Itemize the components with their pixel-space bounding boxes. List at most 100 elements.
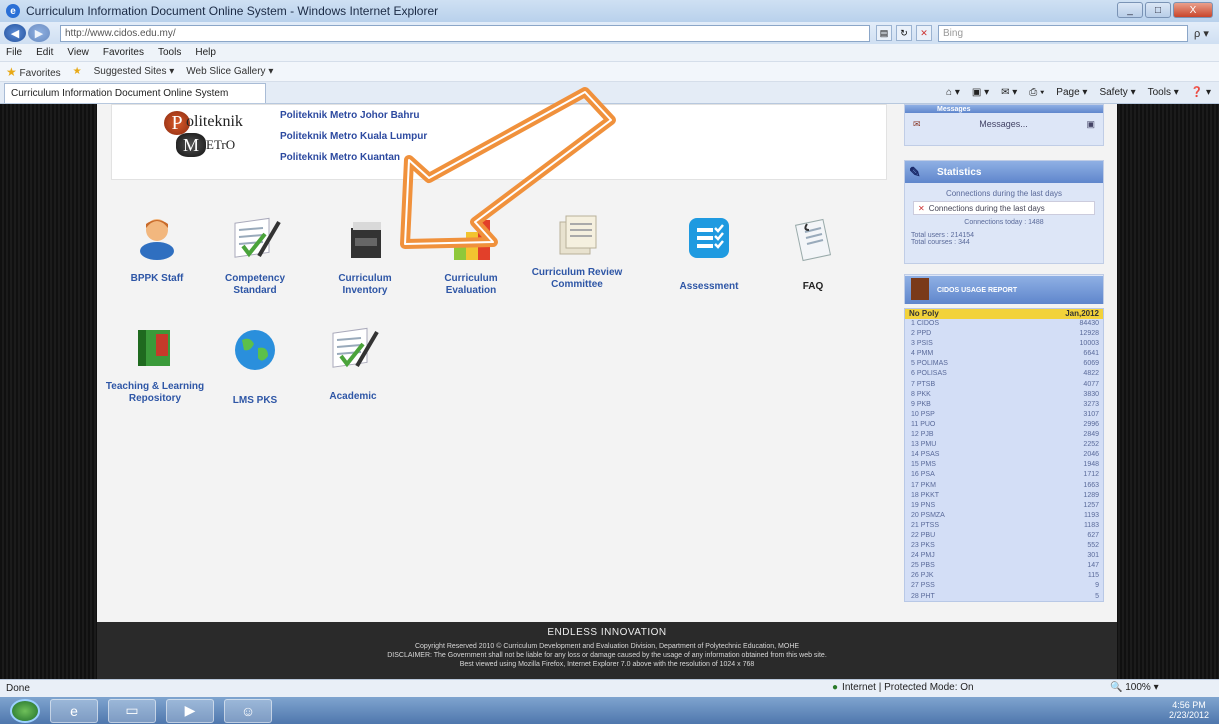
tools-menu[interactable]: Tools ▾ [1148,87,1179,98]
taskbar-explorer-icon[interactable]: ▭ [108,698,156,723]
help-icon[interactable]: ❓ ▾ [1191,87,1211,98]
status-bar: Done ● Internet | Protected Mode: On 🔍 1… [0,679,1219,697]
faq-document-icon [794,218,832,262]
usage-row: 17 PKM 1663 [905,481,1103,491]
footer-copyright: Copyright Reserved 2010 © Curriculum Dev… [414,643,800,650]
menu-tools[interactable]: Tools [158,47,181,58]
menu-view[interactable]: View [67,47,89,58]
usage-row: 28 PHT 5 [905,592,1103,602]
forward-button[interactable]: ▶ [28,24,50,42]
menu-file[interactable]: File [6,47,22,58]
zoom-level[interactable]: 🔍 100% ▾ [1110,682,1159,693]
lms-pks-label: LMS PKS [232,395,278,406]
usage-rows: 1 CIDOS 84430 2 PPD 12928 3 PSIS 10003 4 PMM 66… [905,319,1103,602]
usage-row: 4 PMM 6641 [905,349,1103,359]
usage-poly-name: 28 PHT [911,592,935,600]
stats-image-alt: Connections during the last days [928,203,1045,213]
usage-row: 3 PSIS 10003 [905,339,1103,349]
search-input[interactable]: Bing [938,24,1188,42]
menu-favorites[interactable]: Favorites [103,47,144,58]
usage-row: 27 PSS 9 [905,581,1103,591]
feeds-icon[interactable]: ▣ ▾ [972,87,989,98]
usage-row: 13 PMU 2252 [905,440,1103,450]
usage-row: 19 PNS 1257 [905,501,1103,511]
home-icon[interactable]: ⌂ ▾ [946,87,960,98]
usage-poly-name: 6 POLISAS [911,370,947,378]
command-bar: ⌂ ▾ ▣ ▾ ✉ ▾ ⎙ ▾ Page ▾ Safety ▾ Tools ▾ … [946,87,1219,98]
faq-item[interactable]: FAQ [763,216,863,293]
safety-menu[interactable]: Safety ▾ [1099,87,1135,98]
page-menu[interactable]: Page ▾ [1056,87,1087,98]
usage-row: 5 POLIMAS 6069 [905,359,1103,369]
usage-count: 1183 [1083,521,1099,529]
academic-item[interactable]: Academic [303,326,403,403]
globe-icon [235,330,275,370]
messages-link[interactable]: Messages... [979,119,1028,130]
pencil-icon: ✎ [909,163,921,180]
book-icon [138,330,170,366]
usage-poly-name: 17 PKM [911,481,936,489]
usage-poly-name: 27 PSS [911,582,935,590]
favorites-button[interactable]: ★ Favorites [6,65,61,79]
usage-count: 2849 [1083,431,1099,439]
web-slice-gallery-link[interactable]: Web Slice Gallery ▾ [186,66,273,77]
address-input[interactable]: http://www.cidos.edu.my/ [60,24,870,42]
usage-poly-name: 3 PSIS [911,340,933,348]
usage-row: 1 CIDOS 84430 [905,319,1103,329]
lms-pks-item[interactable]: LMS PKS [205,328,305,407]
close-button[interactable]: X [1173,2,1213,18]
globe-icon: ● [832,682,839,693]
tab-cidos[interactable]: Curriculum Information Document Online S… [4,82,266,103]
security-zone[interactable]: ● Internet | Protected Mode: On [832,682,974,693]
usage-poly-name: 23 PKS [911,542,935,550]
competency-standard-item[interactable]: Competency Standard [205,216,305,297]
assessment-item[interactable]: Assessment [659,216,759,293]
taskbar-app-icon[interactable]: ☺ [224,698,272,723]
compatibility-icon[interactable]: ▤ [876,25,892,41]
inbox-icon[interactable]: ▣ [1086,119,1095,130]
teaching-learning-repository-item[interactable]: Teaching & Learning Repository [105,328,205,405]
usage-row: 25 PBS 147 [905,561,1103,571]
statistics-block: ✎ Statistics Connections during the last… [904,160,1104,264]
system-clock[interactable]: 4:56 PM 2/23/2012 [1169,700,1209,720]
search-icon[interactable]: ρ ▾ [1194,27,1209,40]
favorites-label: Favorites [19,67,61,79]
minimize-button[interactable]: _ [1117,2,1143,18]
usage-row: 11 PUO 2996 [905,420,1103,430]
refresh-icon[interactable]: ↻ [896,25,912,41]
academic-label: Academic [329,391,377,402]
menu-help[interactable]: Help [195,47,216,58]
suggested-sites-link[interactable]: Suggested Sites ▾ [94,66,175,77]
staff-person-icon [140,219,174,260]
usage-header-right: Jan,2012 [1065,309,1099,318]
politeknik-metro-logo: P oliteknik M ETrO [158,109,266,159]
back-button[interactable]: ◀ [4,24,26,42]
usage-row: 8 PKK 3830 [905,390,1103,400]
usage-poly-name: 25 PBS [911,562,935,570]
mail-icon[interactable]: ✉ ▾ [1001,87,1017,98]
logo-m: M [176,133,206,157]
usage-count: 2996 [1083,420,1099,428]
usage-poly-name: 20 PSMZA [911,511,945,519]
competency-standard-label: Competency Standard [224,273,285,296]
star-icon: ★ [6,64,17,79]
taskbar-media-icon[interactable]: ▶ [166,698,214,723]
statistics-header: ✎ Statistics [905,161,1103,183]
print-icon[interactable]: ⎙ ▾ [1029,87,1044,98]
usage-title-bar: CIDOS USAGE REPORT [905,276,1103,304]
add-favorites-icon[interactable]: ★ [73,66,82,77]
stop-icon[interactable]: ✕ [916,25,932,41]
usage-count: 3273 [1083,400,1099,408]
footer-heading: ENDLESS INNOVATION [547,627,667,638]
usage-poly-name: 8 PKK [911,390,931,398]
start-button[interactable] [10,698,40,723]
bppk-staff-item[interactable]: BPPK Staff [107,216,207,285]
usage-row: 26 PJK 115 [905,571,1103,581]
menu-edit[interactable]: Edit [36,47,53,58]
usage-row: 16 PSA 1712 [905,470,1103,480]
usage-report-table: No Poly Jan,2012 1 CIDOS 84430 2 PPD 12928 3… [904,308,1104,602]
maximize-button[interactable]: □ [1145,2,1171,18]
filing-cabinet-icon [351,222,381,258]
search-placeholder: Bing [943,27,964,39]
taskbar-ie-icon[interactable]: e [50,698,98,723]
